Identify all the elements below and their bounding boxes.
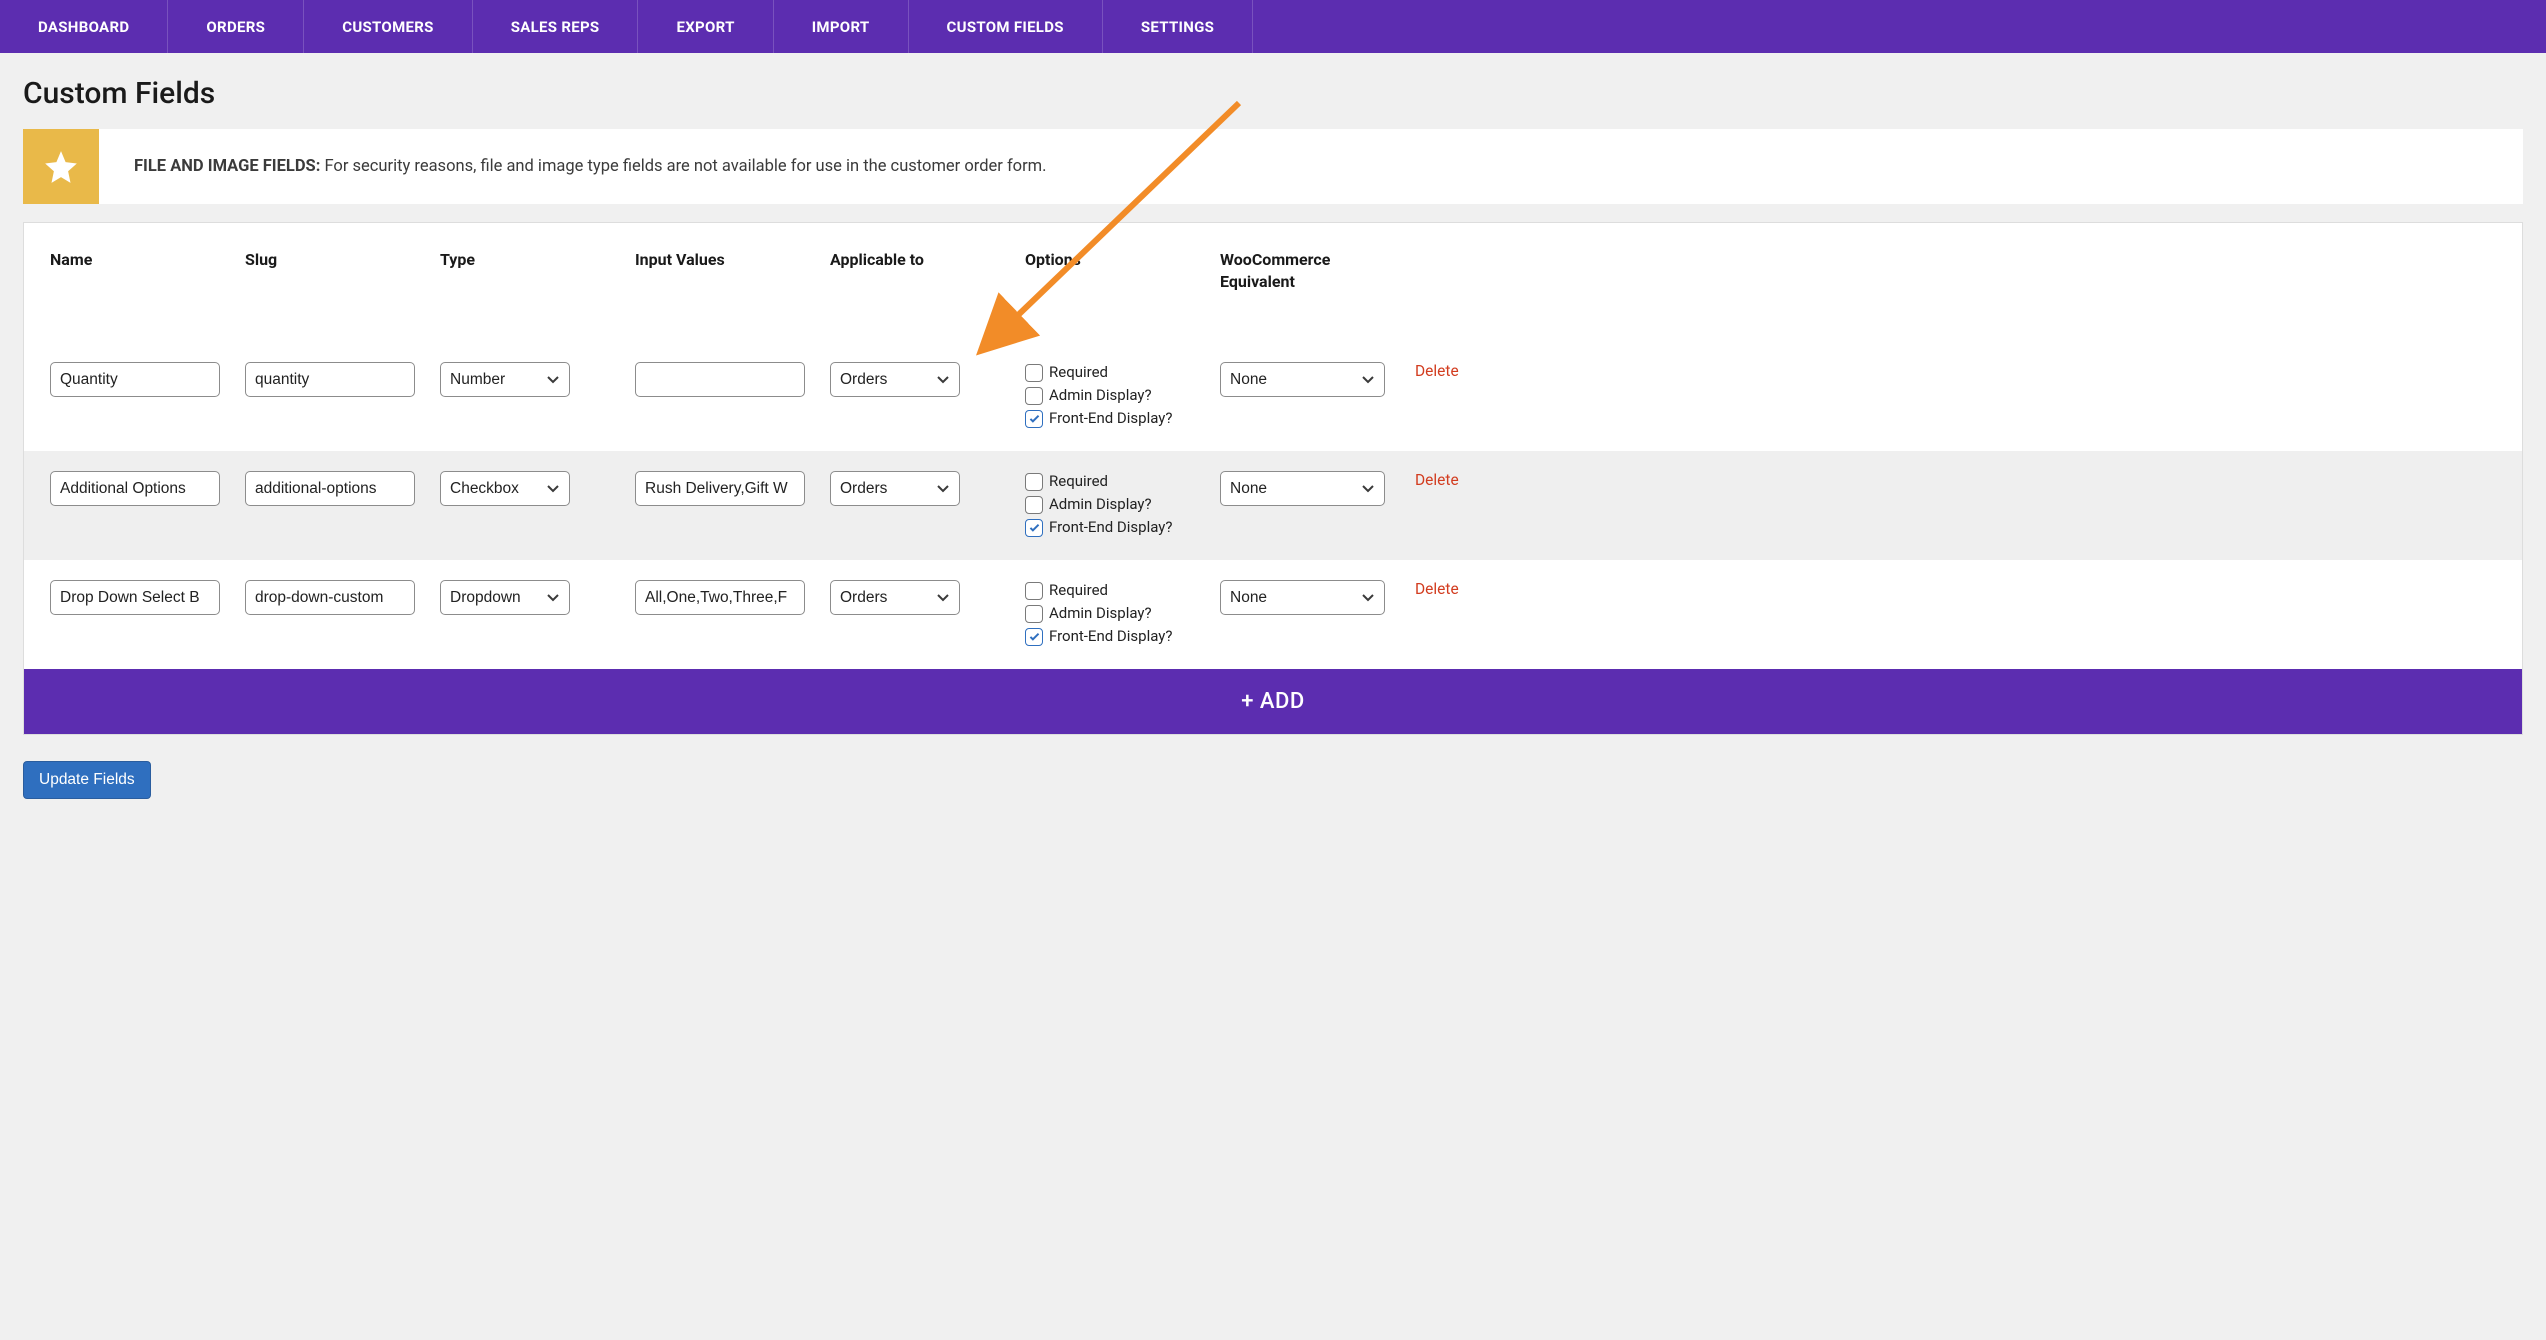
table-header: Name Slug Type Input Values Applicable t… (24, 223, 2522, 342)
options-cell: Required Admin Display? Front-End Displa… (1025, 580, 1220, 649)
nav-tab-dashboard[interactable]: DASHBOARD (0, 0, 168, 53)
frontend-display-checkbox[interactable] (1025, 628, 1043, 646)
star-icon (23, 129, 99, 204)
required-label: Required (1049, 362, 1108, 383)
nav-tab-settings[interactable]: SETTINGS (1103, 0, 1253, 53)
col-slug: Slug (245, 249, 440, 271)
col-input-values: Input Values (635, 249, 830, 271)
frontend-display-label: Front-End Display? (1049, 408, 1172, 429)
nav-tab-export[interactable]: EXPORT (638, 0, 773, 53)
custom-fields-panel: Name Slug Type Input Values Applicable t… (23, 222, 2523, 735)
col-name: Name (50, 249, 245, 271)
frontend-display-label: Front-End Display? (1049, 517, 1172, 538)
notice-body-text: For security reasons, file and image typ… (320, 157, 1046, 176)
name-input[interactable] (50, 362, 220, 397)
type-select[interactable]: Checkbox (440, 471, 570, 506)
frontend-display-checkbox[interactable] (1025, 519, 1043, 537)
page-title: Custom Fields (23, 76, 2523, 111)
col-applicable-to: Applicable to (830, 249, 1025, 271)
admin-display-label: Admin Display? (1049, 494, 1152, 515)
col-options: Options (1025, 249, 1220, 271)
type-select[interactable]: Dropdown (440, 580, 570, 615)
required-label: Required (1049, 580, 1108, 601)
admin-display-checkbox[interactable] (1025, 605, 1043, 623)
slug-input[interactable] (245, 580, 415, 615)
input-values-input[interactable] (635, 471, 805, 506)
required-label: Required (1049, 471, 1108, 492)
name-input[interactable] (50, 580, 220, 615)
name-input[interactable] (50, 471, 220, 506)
admin-display-label: Admin Display? (1049, 603, 1152, 624)
col-wc-equiv: WooCommerce Equivalent (1220, 249, 1415, 292)
notice-text: FILE AND IMAGE FIELDS: For security reas… (99, 129, 2523, 204)
nav-tab-sales-reps[interactable]: SALES REPS (473, 0, 639, 53)
input-values-input[interactable] (635, 362, 805, 397)
required-checkbox[interactable] (1025, 582, 1043, 600)
applicable-to-select[interactable]: Orders (830, 580, 960, 615)
nav-tab-import[interactable]: IMPORT (774, 0, 909, 53)
update-fields-button[interactable]: Update Fields (23, 761, 151, 799)
nav-tab-custom-fields[interactable]: CUSTOM FIELDS (909, 0, 1103, 53)
admin-display-label: Admin Display? (1049, 385, 1152, 406)
frontend-display-label: Front-End Display? (1049, 626, 1172, 647)
notice-banner: FILE AND IMAGE FIELDS: For security reas… (23, 129, 2523, 204)
table-row: Dropdown Orders Required Admin Display? … (24, 560, 2522, 669)
applicable-to-select[interactable]: Orders (830, 471, 960, 506)
slug-input[interactable] (245, 362, 415, 397)
input-values-input[interactable] (635, 580, 805, 615)
table-row: Checkbox Orders Required Admin Display? … (24, 451, 2522, 560)
applicable-to-select[interactable]: Orders (830, 362, 960, 397)
delete-link[interactable]: Delete (1415, 580, 1459, 598)
notice-heading: FILE AND IMAGE FIELDS: (134, 157, 320, 176)
required-checkbox[interactable] (1025, 364, 1043, 382)
wc-equiv-select[interactable]: None (1220, 471, 1385, 506)
required-checkbox[interactable] (1025, 473, 1043, 491)
admin-display-checkbox[interactable] (1025, 496, 1043, 514)
slug-input[interactable] (245, 471, 415, 506)
delete-link[interactable]: Delete (1415, 471, 1459, 489)
col-type: Type (440, 249, 635, 271)
top-nav: DASHBOARD ORDERS CUSTOMERS SALES REPS EX… (0, 0, 2546, 53)
add-button[interactable]: + ADD (24, 669, 2522, 734)
admin-display-checkbox[interactable] (1025, 387, 1043, 405)
type-select[interactable]: Number (440, 362, 570, 397)
wc-equiv-select[interactable]: None (1220, 580, 1385, 615)
delete-link[interactable]: Delete (1415, 362, 1459, 380)
options-cell: Required Admin Display? Front-End Displa… (1025, 362, 1220, 431)
nav-tab-orders[interactable]: ORDERS (168, 0, 304, 53)
table-row: Number Orders Required Admin Display? Fr… (24, 342, 2522, 451)
frontend-display-checkbox[interactable] (1025, 410, 1043, 428)
wc-equiv-select[interactable]: None (1220, 362, 1385, 397)
options-cell: Required Admin Display? Front-End Displa… (1025, 471, 1220, 540)
nav-tab-customers[interactable]: CUSTOMERS (304, 0, 472, 53)
